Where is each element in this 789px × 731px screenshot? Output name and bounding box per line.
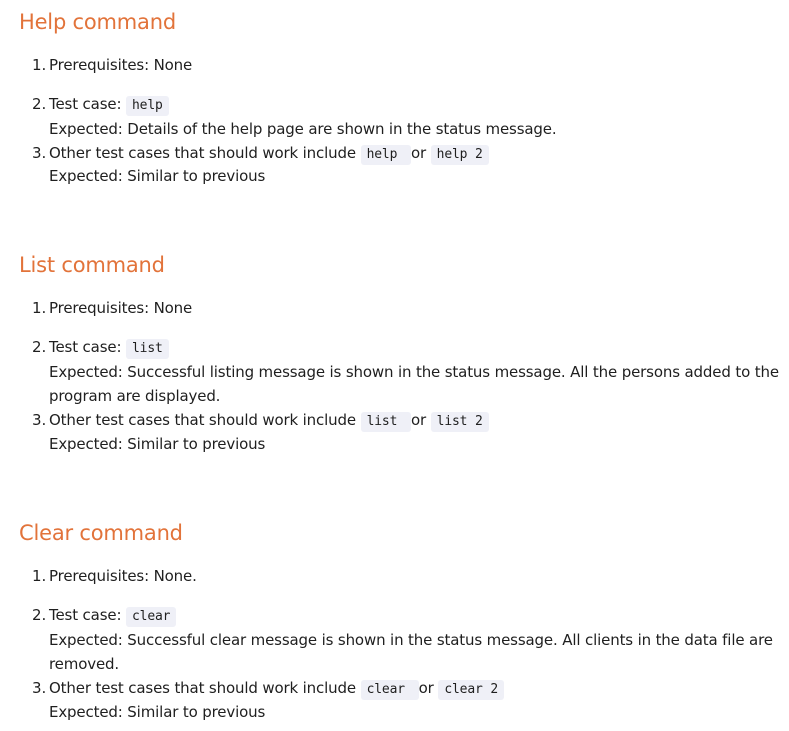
section-title: List command — [19, 253, 165, 277]
item-prefix: Other test cases that should work includ… — [49, 411, 361, 429]
item-number: 2. — [32, 338, 47, 356]
item-expected: Expected: Successful clear message is sh… — [49, 631, 773, 649]
item-test-case: Test case: help — [49, 92, 169, 116]
item-number: 3. — [32, 144, 47, 162]
item-text: Prerequisites: None. — [49, 567, 197, 585]
item-number: 3. — [32, 679, 47, 697]
item-other-cases: Other test cases that should work includ… — [49, 408, 489, 432]
item-expected: Expected: Similar to previous — [49, 703, 266, 721]
item-expected: Expected: Successful listing message is … — [49, 363, 779, 381]
item-prefix: Other test cases that should work includ… — [49, 144, 361, 162]
item-number: 2. — [32, 95, 47, 113]
item-number: 1. — [32, 567, 47, 585]
section-title: Help command — [19, 10, 176, 34]
item-expected-continued: removed. — [49, 655, 120, 673]
code-snippet: clear — [360, 680, 419, 700]
item-prefix: Test case: — [49, 606, 126, 624]
item-prefix: Test case: — [49, 338, 126, 356]
item-prefix: Other test cases that should work includ… — [49, 679, 361, 697]
item-other-cases: Other test cases that should work includ… — [49, 141, 489, 165]
code-snippet: clear — [125, 607, 177, 627]
item-expected: Expected: Similar to previous — [49, 435, 266, 453]
item-test-case: Test case: clear — [49, 603, 177, 627]
document-page: Help command 1. Prerequisites: None 2. T… — [0, 0, 789, 731]
code-snippet: help — [360, 145, 411, 165]
item-text: Prerequisites: None — [49, 56, 193, 74]
code-snippet: help — [125, 96, 169, 116]
code-snippet: list 2 — [430, 412, 489, 432]
item-connector: or — [410, 411, 427, 429]
item-connector: or — [418, 679, 434, 697]
code-snippet: list — [360, 412, 411, 432]
item-other-cases: Other test cases that should work includ… — [49, 676, 505, 700]
code-snippet: help 2 — [430, 145, 489, 165]
item-number: 2. — [32, 606, 47, 624]
section-title: Clear command — [19, 521, 183, 545]
item-prefix: Test case: — [49, 95, 126, 113]
item-expected: Expected: Details of the help page are s… — [49, 120, 557, 138]
code-snippet: clear 2 — [438, 680, 505, 700]
code-snippet: list — [125, 339, 169, 359]
item-test-case: Test case: list — [49, 335, 169, 359]
item-connector: or — [410, 144, 427, 162]
item-number: 1. — [32, 299, 47, 317]
item-number: 1. — [32, 56, 47, 74]
item-expected-continued: program are displayed. — [49, 387, 221, 405]
item-number: 3. — [32, 411, 47, 429]
item-text: Prerequisites: None — [49, 299, 193, 317]
item-expected: Expected: Similar to previous — [49, 167, 266, 185]
